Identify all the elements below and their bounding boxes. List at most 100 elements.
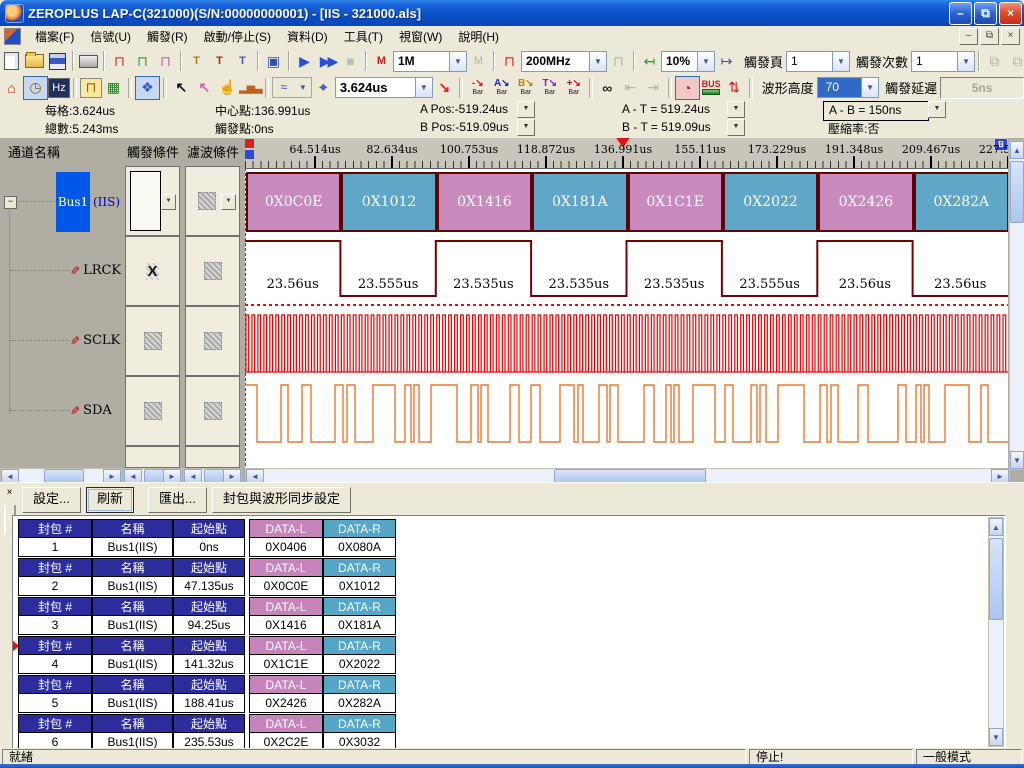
refresh-button[interactable]: 刷新 [86,487,134,513]
scroll-left-icon[interactable]: ◄ [124,469,142,482]
packet-name-cell[interactable]: Bus1(IIS) [92,733,173,749]
packet-datal-cell[interactable]: 0X0406 [249,538,323,557]
scroll-right-icon[interactable]: ► [103,469,121,482]
packet-num-cell[interactable]: 3 [18,616,92,635]
scroll-track[interactable] [264,469,991,482]
channel-row-sda[interactable]: ✎ SDA [70,403,112,418]
scroll-up-icon[interactable]: ▲ [1010,141,1024,159]
run-repeat-icon[interactable]: ▶▶ [316,50,339,72]
trigger-setup-icon[interactable]: T [208,50,231,72]
waveform-vscrollbar[interactable]: ▲▼ [1009,140,1024,470]
packet-datar-cell[interactable]: 0X181A [323,616,396,635]
sample-depth-select[interactable]: 1M ▼ [393,51,467,72]
packet-num-cell[interactable]: 5 [18,694,92,713]
wave-mode-select[interactable]: ≈ ▼ [272,77,312,98]
packet-start-cell[interactable]: 94.25us [173,616,245,635]
zoom-fit-icon[interactable]: ⌖ [312,77,335,99]
chevron-down-icon[interactable]: ▼ [589,52,606,71]
new-file-icon[interactable] [0,50,23,72]
bus-property-icon[interactable]: ▣ [262,50,285,72]
scroll-up-icon[interactable]: ▲ [989,518,1003,536]
menu-data[interactable]: 資料(D) [279,26,336,47]
packet-start-cell[interactable]: 47.135us [173,577,245,596]
packet-datal-cell[interactable]: 0X0C0E [249,577,323,596]
sampling-setup-icon[interactable]: ⊓ [108,50,131,72]
zoom-scale-select[interactable]: 3.624us ▼ [335,77,433,98]
stop-icon[interactable]: ■ [339,50,362,72]
waveform-hscrollbar[interactable]: ◄► [245,468,1010,482]
packet-wave-sync-button[interactable]: 封包與波形同步設定 [212,487,351,513]
trigger-column-hscrollbar[interactable]: ◄► [123,468,182,482]
scroll-right-icon[interactable]: ► [163,469,181,482]
group-setup-icon[interactable]: ⊓ [154,50,177,72]
t-bar-flag-icon[interactable] [245,139,254,148]
menu-window[interactable]: 視窗(W) [391,26,450,47]
navigator-icon[interactable]: ❖ [135,76,160,100]
panel-close-icon[interactable]: × [3,487,16,500]
trigger-page-select[interactable]: 1 ▼ [786,51,850,72]
lrck-filter-cell[interactable] [185,236,240,306]
sample-depth-icon[interactable]: M [370,50,393,72]
chevron-down-icon[interactable]: ▼ [161,194,176,210]
scroll-left-icon[interactable]: ◄ [184,469,202,482]
sda-trigger-cell[interactable] [125,376,180,446]
packet-start-cell[interactable]: 188.41us [173,694,245,713]
trigger-position-select[interactable]: 10% ▼ [661,51,715,72]
a-minus-b-dropdown[interactable]: ▼ [928,101,946,118]
bus-waveform-row[interactable]: 0X0C0E0X10120X14160X181A0X1C1E0X20220X24… [245,171,1008,231]
run-icon[interactable]: ▶ [293,50,316,72]
packet-list[interactable]: ▲▼ 封包 #1名稱Bus1(IIS)起始點0nsDATA-L0X0406DAT… [12,515,1006,749]
packet-datar-cell[interactable]: 0X1012 [323,577,396,596]
packet-list-vscrollbar[interactable]: ▲▼ [988,517,1004,747]
scroll-track[interactable] [142,469,163,482]
scroll-thumb[interactable] [554,469,706,482]
packet-name-cell[interactable]: Bus1(IIS) [92,616,173,635]
home-icon[interactable]: ⌂ [0,77,23,99]
lrck-waveform-row[interactable]: 23.56us23.555us23.535us23.535us23.535us2… [245,238,1008,306]
scroll-thumb[interactable] [204,469,224,482]
noise-filter-icon[interactable]: ◔ [675,76,700,100]
wave-height-select[interactable]: 70 ▼ [817,77,879,98]
sample-rate-select[interactable]: 200MHz ▼ [521,51,607,72]
packet-num-cell[interactable]: 6 [18,733,92,749]
child-restore-button[interactable]: ⧉ [980,28,999,45]
bus-analysis-icon[interactable]: BUS [700,77,723,99]
packet-datar-cell[interactable]: 0X2022 [323,655,396,674]
waveform-window-icon[interactable]: ⊓ [80,78,102,98]
close-button[interactable]: × [999,2,1022,25]
packet-start-cell[interactable]: 141.32us [173,655,245,674]
bus-trigger-cell[interactable]: ▼ [125,166,180,236]
scroll-track[interactable] [989,536,1003,728]
menu-tools[interactable]: 工具(T) [336,26,391,47]
packet-name-cell[interactable]: Bus1(IIS) [92,694,173,713]
trigger-pos-right-icon[interactable]: ↦ [715,50,738,72]
chevron-down-icon[interactable]: ▼ [861,78,878,97]
chevron-down-icon[interactable]: ▼ [957,52,974,71]
scroll-thumb[interactable] [44,469,84,482]
channel-setup-icon[interactable]: ⊓ [131,50,154,72]
filter-column-hscrollbar[interactable]: ◄► [183,468,242,482]
search-icon[interactable]: ∞ [596,77,619,99]
channel-row-lrck[interactable]: ✎ LRCK [70,263,121,278]
chevron-down-icon[interactable]: ▼ [832,52,849,71]
channel-panel-hscrollbar[interactable]: ◄► [0,468,122,482]
packet-sync-icon[interactable]: ⇅ [723,77,746,99]
packet-datar-cell[interactable]: 0X282A [323,694,396,713]
packet-name-cell[interactable]: Bus1(IIS) [92,577,173,596]
t-bar-icon[interactable]: T↘Bar [538,79,562,96]
statistics-icon[interactable]: ▂▅▃ [239,77,262,99]
packet-name-cell[interactable]: Bus1(IIS) [92,538,173,557]
document-icon[interactable] [4,28,21,45]
b-pos-dropdown[interactable]: ▼ [517,119,535,136]
child-minimize-button[interactable]: – [959,28,978,45]
time-ruler[interactable]: B 64.514us82.634us100.753us118.872us136.… [245,138,1008,169]
open-file-icon[interactable] [23,50,46,72]
packet-num-cell[interactable]: 2 [18,577,92,596]
packet-num-cell[interactable]: 1 [18,538,92,557]
scroll-down-icon[interactable]: ▼ [1010,451,1024,469]
scroll-track[interactable] [202,469,223,482]
pointer-icon[interactable]: ↖ [170,77,193,99]
scroll-thumb[interactable] [1010,161,1024,223]
trigger-flag-icon[interactable]: T [185,50,208,72]
child-close-button[interactable]: × [1001,28,1020,45]
